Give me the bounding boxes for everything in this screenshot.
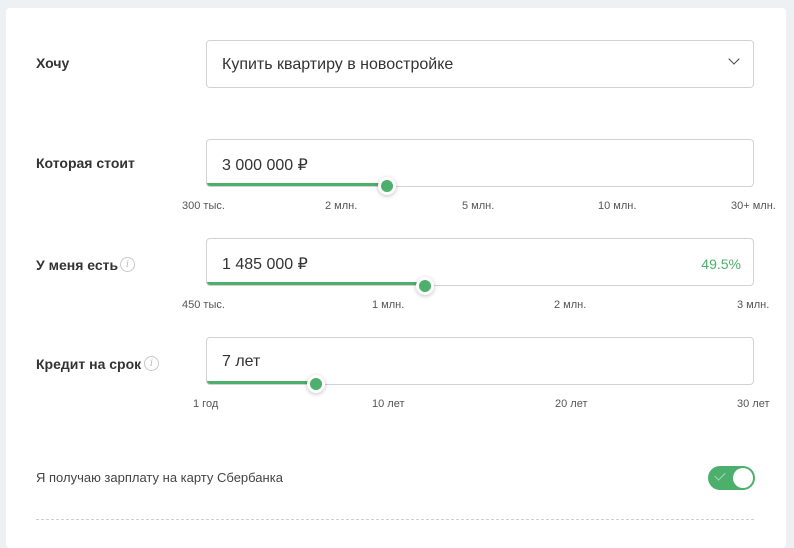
price-tick-label: 10 млн. <box>598 200 637 212</box>
purpose-select[interactable]: Купить квартиру в новостройке <box>206 40 754 88</box>
price-input[interactable]: 3 000 000 ₽ <box>206 139 754 187</box>
purpose-select-value: Купить квартиру в новостройке <box>222 56 454 73</box>
toggle-knob <box>733 468 753 488</box>
term-tick-label: 20 лет <box>555 398 588 410</box>
downpayment-tick-label: 2 млн. <box>554 299 587 311</box>
check-icon <box>714 469 726 481</box>
downpayment-slider-fill <box>207 282 427 285</box>
chevron-down-icon <box>728 53 740 65</box>
downpayment-input-value: 1 485 000 ₽ <box>222 256 308 273</box>
price-tick-label: 2 млн. <box>325 200 358 212</box>
term-slider-fill <box>207 381 317 384</box>
price-slider-thumb[interactable] <box>377 177 396 195</box>
divider <box>36 519 754 520</box>
downpayment-input[interactable]: 1 485 000 ₽ 49.5% <box>206 238 754 286</box>
term-slider-thumb[interactable] <box>306 375 325 393</box>
price-tick-label: 30+ млн. <box>731 200 776 212</box>
downpayment-tick-label: 3 млн. <box>737 299 770 311</box>
term-input[interactable]: 7 лет <box>206 337 754 385</box>
salary-card-label: Я получаю зарплату на карту Сбербанка <box>36 470 283 485</box>
want-label: Хочу <box>36 55 70 71</box>
downpayment-tick-label: 1 млн. <box>372 299 405 311</box>
downpayment-tick-label: 450 тыс. <box>182 299 225 311</box>
price-label: Которая стоит <box>36 155 135 171</box>
info-icon[interactable]: i <box>120 257 135 272</box>
term-tick-label: 10 лет <box>372 398 405 410</box>
price-tick-label: 5 млн. <box>462 200 495 212</box>
info-icon[interactable]: i <box>144 356 159 371</box>
term-input-value: 7 лет <box>222 353 261 370</box>
term-tick-label: 1 год <box>193 398 219 410</box>
price-tick-label: 300 тыс. <box>182 200 225 212</box>
salary-toggle[interactable] <box>708 466 755 490</box>
downpayment-percent: 49.5% <box>701 256 741 272</box>
downpayment-label: У меня есть <box>36 257 119 273</box>
price-slider-fill <box>207 183 388 186</box>
price-input-value: 3 000 000 ₽ <box>222 157 308 174</box>
term-tick-label: 30 лет <box>737 398 770 410</box>
term-label: Кредит на срок <box>36 356 142 372</box>
